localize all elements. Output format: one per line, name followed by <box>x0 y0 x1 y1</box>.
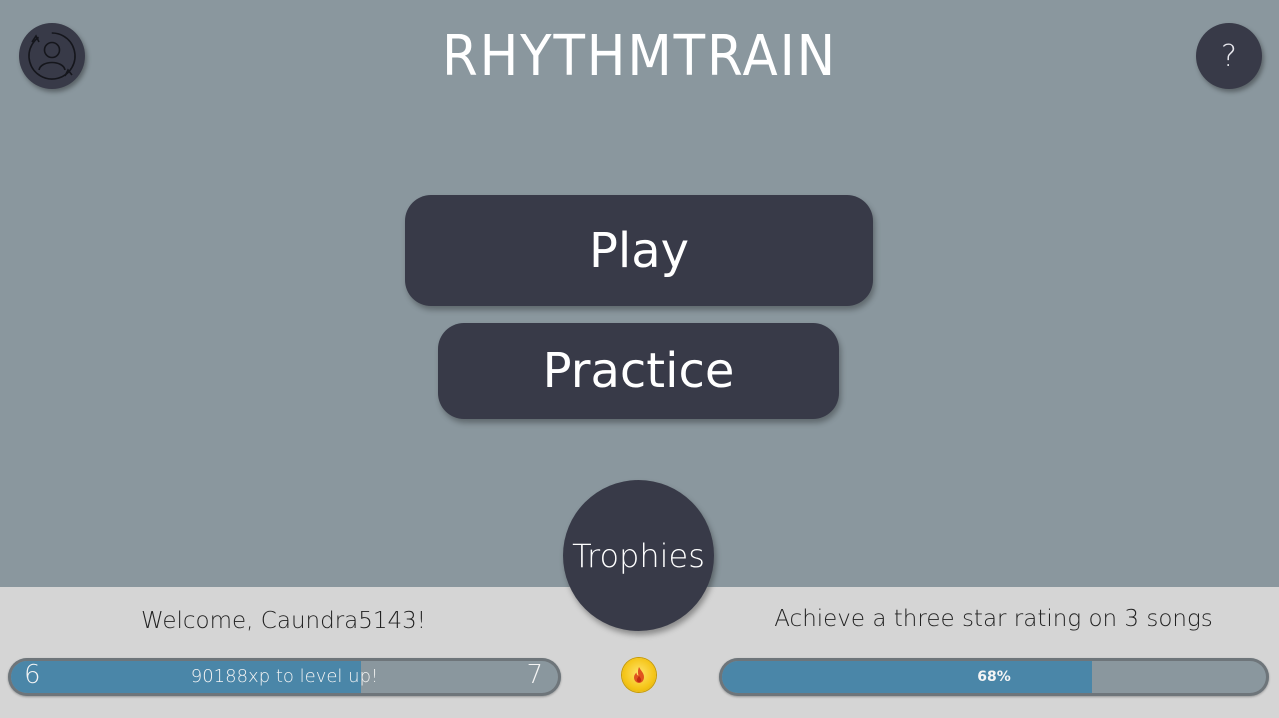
streak-badge[interactable] <box>622 658 656 692</box>
welcome-message: Welcome, Caundra5143! <box>140 608 427 634</box>
profile-button[interactable] <box>19 23 85 89</box>
help-button[interactable]: ? <box>1196 23 1262 89</box>
flame-icon <box>634 667 644 683</box>
daily-challenge-text: Achieve a three star rating on 3 songs <box>774 606 1213 632</box>
profile-switch-icon <box>28 32 76 80</box>
trophies-button[interactable]: Trophies <box>563 480 714 631</box>
xp-remaining-text: 90188xp to level up! <box>190 666 379 687</box>
play-button[interactable]: Play <box>405 195 873 306</box>
challenge-percent: 68% <box>977 669 1011 685</box>
challenge-progress-bar: 68% <box>719 658 1269 696</box>
xp-progress-bar: 6 7 90188xp to level up! <box>8 658 561 696</box>
app-title: RHYTHMTRAIN <box>441 24 838 89</box>
practice-button[interactable]: Practice <box>438 323 839 419</box>
